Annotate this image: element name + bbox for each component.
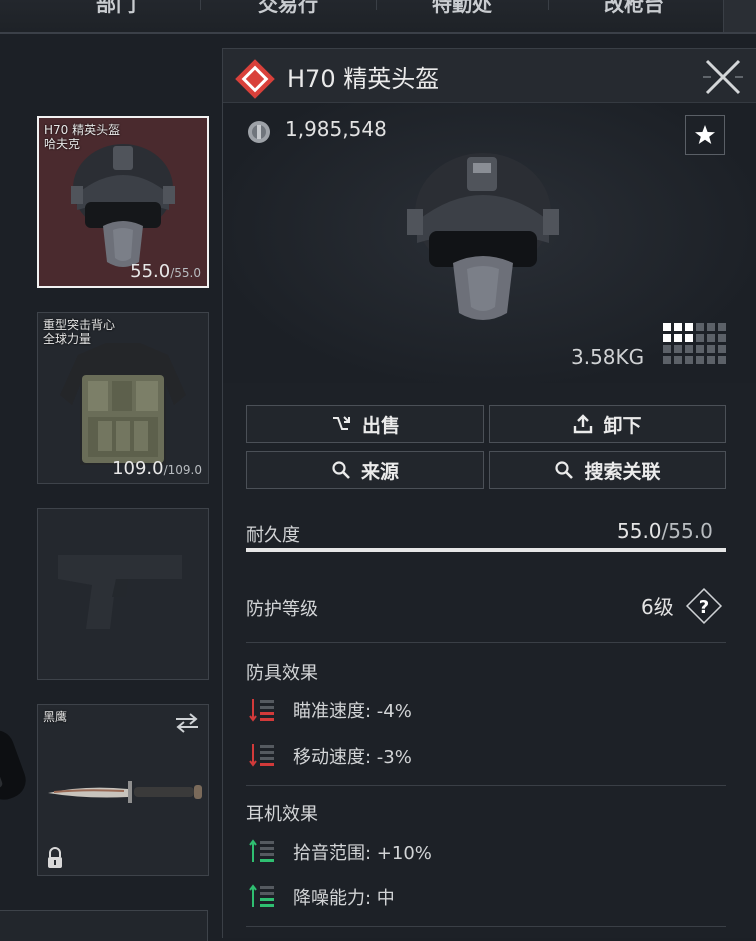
close-icon[interactable]	[703, 57, 743, 97]
search-related-button[interactable]: 搜索关联	[489, 451, 726, 489]
helmet-icon	[407, 153, 559, 320]
debuff-icon	[249, 699, 274, 722]
tab-special-ops[interactable]: 特勤处	[432, 0, 492, 17]
durability-value: 55.0/55.0	[617, 519, 713, 543]
panel-header: H70 精英头盔	[223, 49, 756, 103]
nav-divider	[548, 0, 549, 10]
svg-text:?: ?	[699, 597, 709, 618]
sell-button[interactable]: 出售	[246, 405, 484, 443]
top-nav: 部门 交易行 特勤处 改枪台	[0, 0, 756, 34]
slot-item-name: 重型突击背心 全球力量	[43, 318, 116, 346]
item-detail-panel: H70 精英头盔 1,985,548 3.58KG 出售 卸下 来源 搜索关联 …	[222, 48, 756, 938]
slot-item-name: H70 精英头盔 哈夫克	[44, 123, 121, 151]
armor-effects-title: 防具效果	[246, 663, 318, 684]
lock-icon	[48, 847, 62, 868]
equipment-slot-helmet[interactable]: H70 精英头盔 哈夫克 55.0/55.0	[37, 116, 209, 288]
search-icon	[555, 461, 574, 479]
armor-vest-icon	[60, 343, 186, 465]
durability-label: 耐久度	[246, 525, 300, 546]
unequip-button[interactable]: 卸下	[489, 405, 726, 443]
armor-effect-item: 移动速度: -3%	[293, 747, 412, 768]
durability-bar	[246, 548, 726, 552]
section-divider	[246, 785, 726, 786]
durability-bar-fill	[246, 548, 726, 552]
slot-item-name: 黑鹰	[43, 710, 68, 724]
protection-level-value: 6级	[641, 595, 674, 619]
item-size-grid-icon	[663, 323, 726, 364]
section-divider	[246, 642, 726, 643]
buff-icon	[249, 884, 274, 907]
headset-effects-title: 耳机效果	[246, 804, 318, 825]
knife-icon	[48, 781, 202, 803]
source-label: 来源	[360, 460, 399, 483]
nav-divider	[200, 0, 201, 10]
help-icon[interactable]: ?	[684, 586, 724, 626]
item-preview: 1,985,548 3.58KG	[223, 103, 756, 383]
equipment-slot-armor[interactable]: 重型突击背心 全球力量 109.0/109.0	[37, 312, 209, 484]
pistol-icon	[58, 555, 182, 629]
equipment-slot-pistol[interactable]	[37, 508, 209, 680]
sell-label: 出售	[361, 414, 400, 437]
armor-effect-item: 瞄准速度: -4%	[293, 701, 412, 722]
slot-durability: 109.0/109.0	[112, 458, 202, 479]
tab-trade[interactable]: 交易行	[258, 0, 318, 17]
equipment-slot-partial[interactable]	[0, 910, 208, 941]
item-price: 1,985,548	[285, 117, 387, 141]
coin-icon	[248, 121, 270, 143]
item-weight: 3.58KG	[571, 345, 645, 369]
favorite-button[interactable]	[685, 115, 725, 155]
item-quality-icon	[235, 59, 275, 99]
headset-effect-item: 拾音范围: +10%	[293, 843, 432, 864]
headset-effect-item: 降噪能力: 中	[293, 888, 395, 909]
swap-icon[interactable]	[174, 713, 200, 733]
equipment-slot-melee[interactable]: 黑鹰	[37, 704, 209, 876]
protection-level-label: 防护等级	[246, 599, 318, 620]
slot-durability: 55.0/55.0	[130, 261, 201, 282]
search-icon	[332, 461, 350, 479]
debuff-icon	[249, 744, 274, 767]
buff-icon	[249, 839, 274, 862]
tab-department[interactable]: 部门	[96, 0, 136, 17]
item-title: H70 精英头盔	[287, 65, 440, 93]
unequip-icon	[574, 414, 593, 434]
helmet-icon	[71, 144, 175, 267]
sell-icon	[332, 416, 350, 430]
nav-right-block	[723, 0, 756, 32]
source-button[interactable]: 来源	[246, 451, 484, 489]
search-related-label: 搜索关联	[584, 460, 661, 483]
unequip-label: 卸下	[603, 414, 642, 437]
section-divider	[246, 926, 726, 927]
nav-divider	[376, 0, 377, 10]
star-icon	[695, 125, 715, 144]
tab-workbench[interactable]: 改枪台	[604, 0, 664, 17]
